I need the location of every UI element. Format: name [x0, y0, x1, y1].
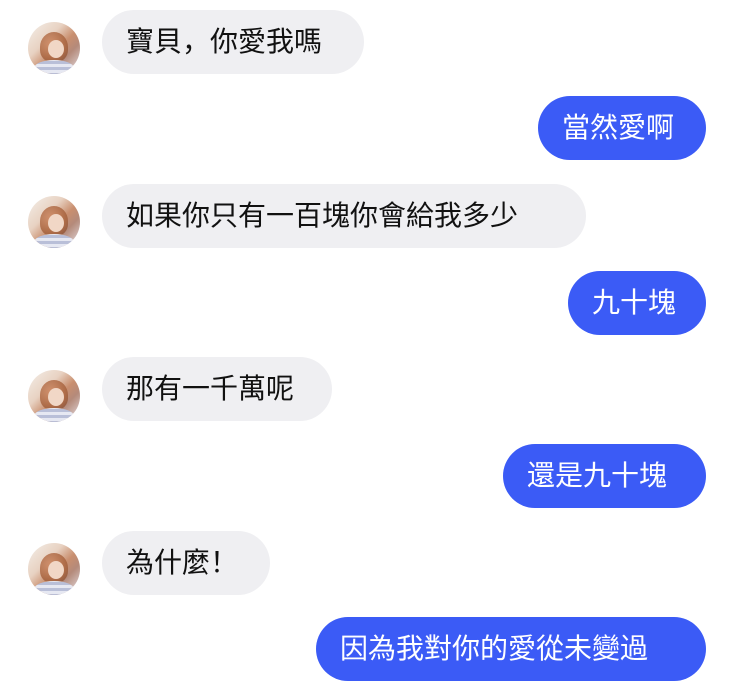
message-text: 如果你只有一百塊你會給我多少 [126, 199, 519, 232]
message-bubble-received[interactable]: 為什麼！ [102, 531, 270, 595]
message-text: 寶貝，你愛我嗎 [126, 25, 323, 58]
message-bubble-received[interactable]: 如果你只有一百塊你會給我多少 [102, 184, 586, 248]
message-bubble-sent[interactable]: 九十塊 [568, 271, 706, 335]
message-text: 當然愛啊 [562, 111, 675, 144]
message-bubble-received[interactable]: 寶貝，你愛我嗎 [102, 10, 364, 74]
message-bubble-sent[interactable]: 當然愛啊 [538, 96, 706, 160]
message-bubble-sent[interactable]: 因為我對你的愛從未變過 [316, 617, 706, 681]
message-bubble-sent[interactable]: 還是九十塊 [503, 444, 706, 508]
message-text: 因為我對你的愛從未變過 [340, 632, 649, 665]
message-text: 還是九十塊 [527, 459, 668, 492]
contact-avatar[interactable] [28, 22, 80, 74]
message-text: 九十塊 [592, 286, 677, 319]
contact-avatar[interactable] [28, 196, 80, 248]
chat-thread[interactable]: 寶貝，你愛我嗎 當然愛啊 如果你只有一百塊你會給我多少 九十塊 那有一千萬呢 還… [0, 0, 750, 681]
contact-avatar[interactable] [28, 543, 80, 595]
message-bubble-received[interactable]: 那有一千萬呢 [102, 357, 332, 421]
message-text: 為什麼！ [126, 546, 239, 579]
contact-avatar[interactable] [28, 370, 80, 422]
message-text: 那有一千萬呢 [126, 372, 295, 405]
